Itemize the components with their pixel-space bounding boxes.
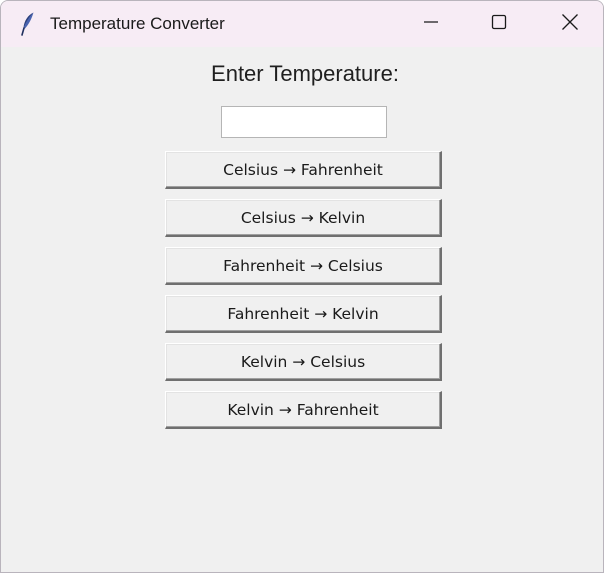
close-icon	[561, 13, 579, 36]
celsius-to-kelvin-button[interactable]: Celsius → Kelvin	[165, 199, 442, 237]
minimize-button[interactable]	[408, 1, 454, 47]
maximize-icon	[491, 14, 507, 35]
fahrenheit-to-celsius-button[interactable]: Fahrenheit → Celsius	[165, 247, 442, 285]
feather-icon	[19, 11, 37, 37]
kelvin-to-fahrenheit-button[interactable]: Kelvin → Fahrenheit	[165, 391, 442, 429]
maximize-button[interactable]	[476, 1, 522, 47]
title-bar[interactable]: Temperature Converter	[1, 1, 603, 47]
kelvin-to-celsius-button[interactable]: Kelvin → Celsius	[165, 343, 442, 381]
app-window: Temperature Converter Enter Temperature:…	[0, 0, 604, 573]
close-button[interactable]	[547, 1, 593, 47]
minimize-icon	[423, 14, 439, 35]
fahrenheit-to-kelvin-button[interactable]: Fahrenheit → Kelvin	[165, 295, 442, 333]
temperature-input[interactable]	[221, 106, 387, 138]
celsius-to-fahrenheit-button[interactable]: Celsius → Fahrenheit	[165, 151, 442, 189]
enter-temperature-label: Enter Temperature:	[211, 61, 399, 86]
window-title: Temperature Converter	[50, 14, 225, 33]
